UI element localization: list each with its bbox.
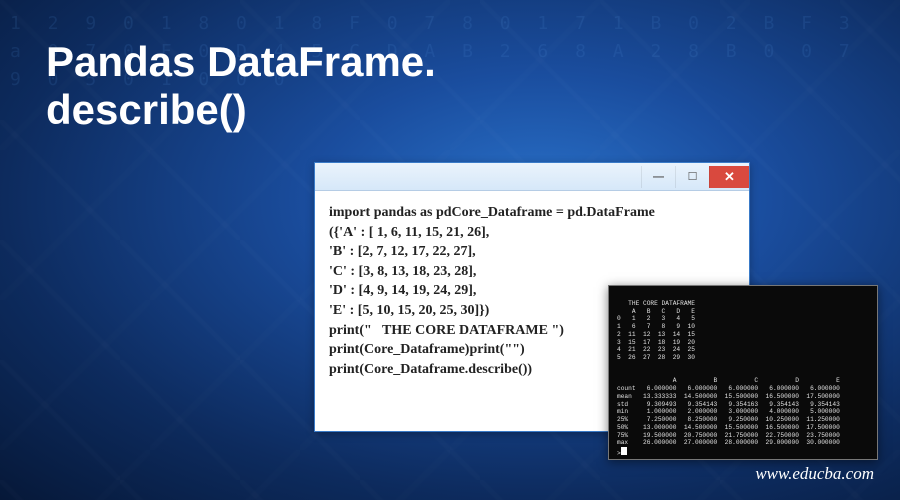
maximize-button[interactable] (675, 166, 709, 188)
terminal-describe: A B C D E count 6.000000 6.000000 6.0000… (617, 377, 840, 446)
title-line-2: describe() (46, 86, 247, 133)
minimize-button[interactable] (641, 166, 675, 188)
close-button[interactable] (709, 166, 749, 188)
terminal-dataframe: A B C D E 0 1 2 3 4 5 1 6 7 8 9 10 2 11 … (617, 308, 695, 362)
page-title: Pandas DataFrame. describe() (46, 38, 436, 135)
terminal-cursor (621, 447, 627, 455)
terminal-output-window: THE CORE DATAFRAME A B C D E 0 1 2 3 4 5… (608, 285, 878, 460)
title-line-1: Pandas DataFrame. (46, 38, 436, 85)
website-url: www.educba.com (755, 464, 874, 484)
window-titlebar (315, 163, 749, 191)
terminal-header: THE CORE DATAFRAME (617, 300, 699, 307)
